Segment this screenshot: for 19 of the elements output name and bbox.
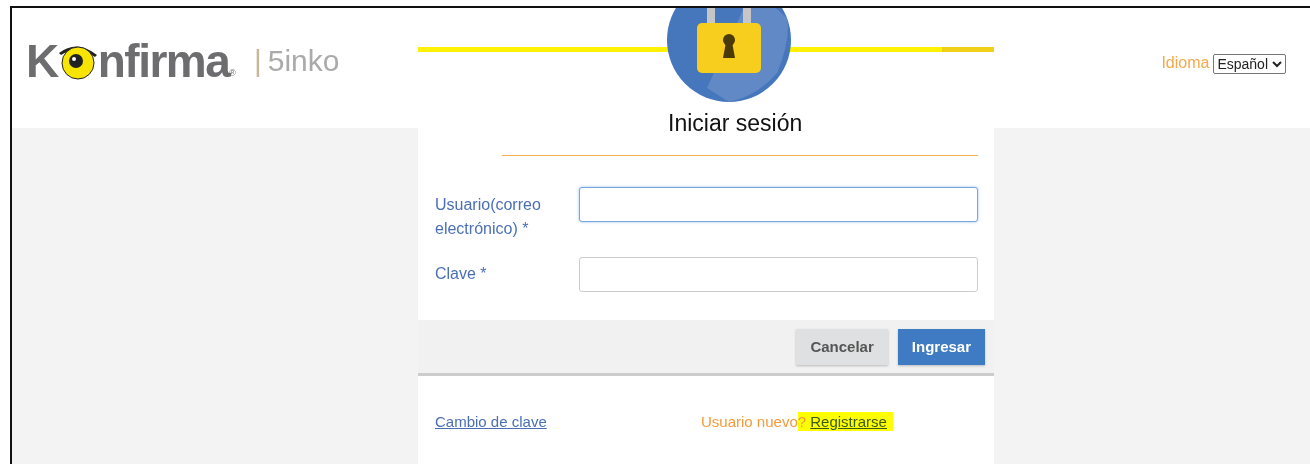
register-link[interactable]: ? Registrarse: [797, 412, 893, 431]
field-label: Clave *: [435, 264, 488, 284]
submit-button[interactable]: Ingresar: [897, 328, 985, 365]
input-field[interactable]: [579, 187, 978, 222]
new-user-text: Usuario nuevo: [701, 413, 798, 430]
login-title: Iniciar sesión: [667, 110, 804, 137]
language-label: Idioma: [1161, 54, 1210, 72]
product-name: 5inko: [267, 44, 340, 78]
logo-separator: |: [253, 44, 262, 78]
registered-mark: ®: [229, 68, 236, 78]
padlock-icon: [667, 8, 791, 102]
input-field[interactable]: [579, 257, 978, 292]
language-select[interactable]: Español: [1213, 54, 1286, 74]
cancel-button[interactable]: Cancelar: [796, 328, 888, 365]
logo-text: nfirma: [97, 38, 230, 84]
change-password-link[interactable]: Cambio de clave: [435, 413, 701, 430]
chevron-down-icon: [1272, 60, 1282, 68]
field-label: Usuario(correo electrónico) *: [435, 195, 542, 239]
logo-text: K: [26, 38, 58, 84]
